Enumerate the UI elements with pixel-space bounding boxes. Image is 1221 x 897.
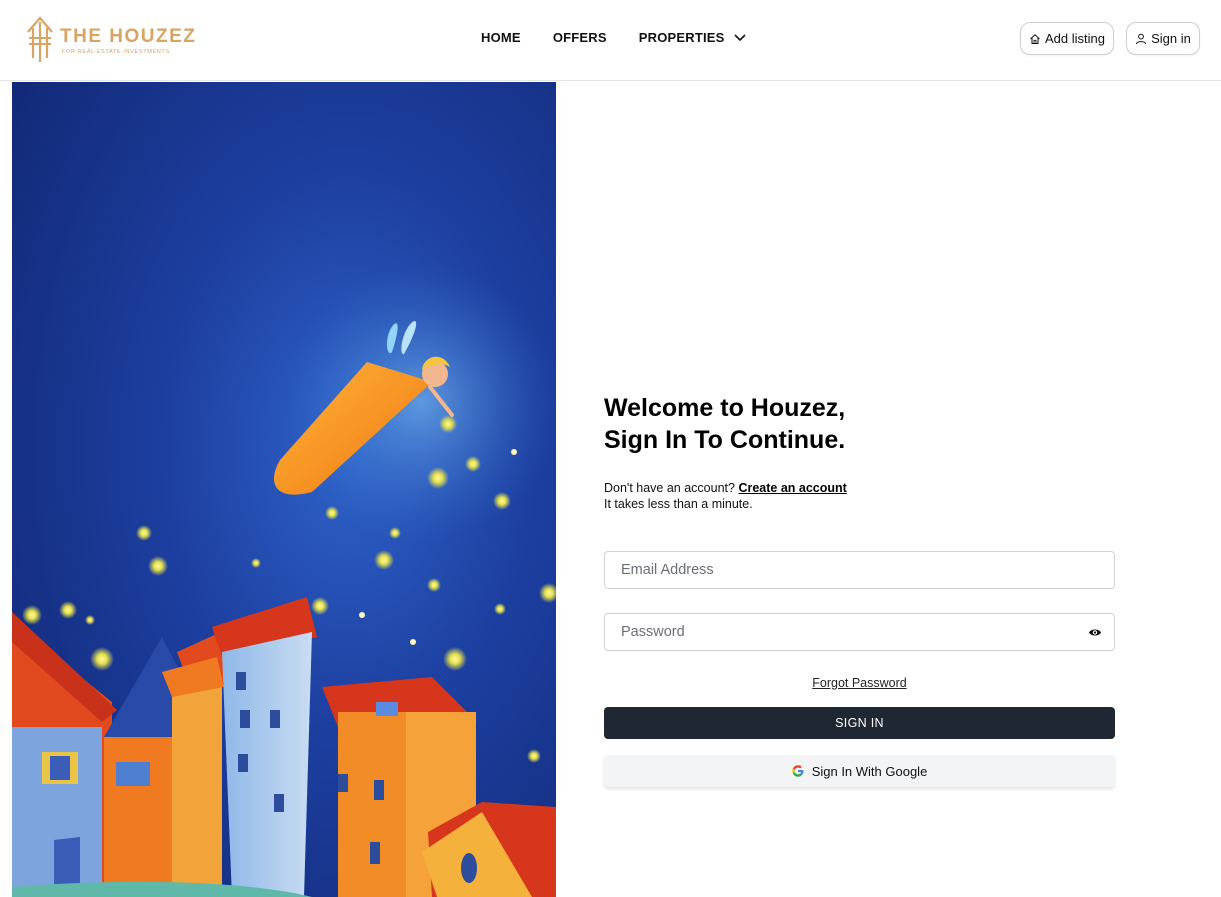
- nav-properties-label: PROPERTIES: [638, 30, 725, 45]
- fairy-night-town-image: [12, 82, 556, 897]
- nav-properties[interactable]: PROPERTIES: [639, 30, 746, 45]
- email-input[interactable]: [605, 552, 1114, 588]
- main-nav: HOME OFFERS PROPERTIES: [481, 30, 746, 45]
- email-field: [604, 551, 1115, 589]
- forgot-password-row: Forgot Password: [604, 676, 1115, 690]
- google-sign-in-button[interactable]: Sign In With Google: [604, 755, 1115, 787]
- nav-home[interactable]: HOME: [481, 30, 521, 45]
- no-account-text: Don't have an account?: [604, 481, 735, 495]
- forgot-password-link[interactable]: Forgot Password: [812, 676, 906, 690]
- sign-in-button[interactable]: SIGN IN: [604, 707, 1115, 739]
- brand-logo[interactable]: THE HOUZEZ FOR REAL ESTATE INVESTMENTS: [24, 14, 195, 64]
- welcome-line-2: Sign In To Continue.: [604, 426, 846, 454]
- welcome-line-1: Welcome to Houzez,: [604, 394, 846, 422]
- create-account-link[interactable]: Create an account: [738, 481, 846, 495]
- top-header: THE HOUZEZ FOR REAL ESTATE INVESTMENTS H…: [0, 0, 1221, 81]
- hero-illustration: [12, 82, 556, 897]
- nav-offers[interactable]: OFFERS: [553, 30, 607, 45]
- brand-name: THE HOUZEZ: [60, 26, 197, 47]
- password-field: [604, 613, 1115, 651]
- sign-in-button-label: SIGN IN: [835, 716, 884, 730]
- eye-icon[interactable]: [1088, 627, 1102, 638]
- user-icon: [1136, 33, 1147, 44]
- nav-offers-label: OFFERS: [552, 30, 607, 45]
- password-input[interactable]: [605, 614, 1114, 650]
- header-sign-in-label: Sign in: [1151, 31, 1191, 46]
- google-sign-in-label: Sign In With Google: [811, 763, 928, 779]
- chevron-down-icon: [733, 33, 746, 41]
- add-listing-label: Add listing: [1045, 31, 1105, 46]
- welcome-heading: Welcome to Houzez, Sign In To Continue.: [604, 392, 845, 456]
- brand-tagline: FOR REAL ESTATE INVESTMENTS: [62, 49, 170, 55]
- header-sign-in-button[interactable]: Sign in: [1126, 22, 1200, 55]
- logo-mark-icon: [27, 16, 53, 62]
- nav-home-label: HOME: [481, 30, 521, 45]
- takes-less-text: It takes less than a minute.: [604, 497, 753, 511]
- house-icon: [1030, 33, 1040, 44]
- account-prompt: Don't have an account? Create an account…: [604, 480, 847, 512]
- add-listing-button[interactable]: Add listing: [1020, 22, 1114, 55]
- google-icon: [791, 765, 804, 777]
